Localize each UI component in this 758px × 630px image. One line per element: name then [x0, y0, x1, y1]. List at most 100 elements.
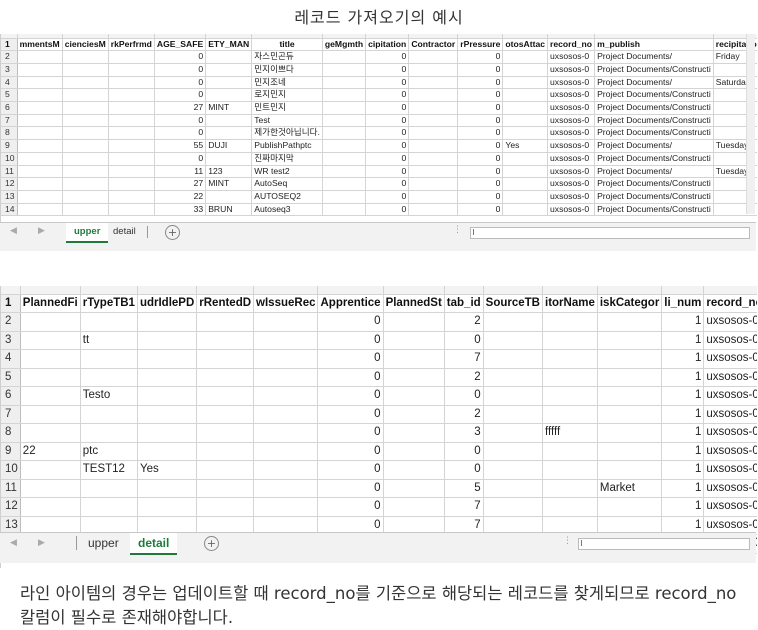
cell[interactable]: 0	[457, 203, 504, 217]
cell[interactable]: uxsosos-0000	[703, 331, 757, 350]
cell[interactable]: 0	[457, 139, 504, 153]
cell[interactable]: 1	[661, 386, 705, 406]
row-number[interactable]: 10	[1, 152, 18, 166]
splitter-dots-icon[interactable]: ⋮	[453, 225, 462, 235]
cell[interactable]	[20, 405, 81, 424]
cell[interactable]: BRUN	[205, 203, 253, 217]
cell[interactable]: 0	[457, 50, 504, 64]
cell[interactable]	[62, 63, 109, 77]
column-letter-cell[interactable]	[383, 286, 445, 295]
cell[interactable]	[17, 152, 63, 166]
cell[interactable]: 1	[661, 368, 705, 387]
cell[interactable]: 1	[661, 312, 705, 332]
cell[interactable]	[408, 126, 459, 141]
cell[interactable]	[137, 386, 198, 406]
cell[interactable]: Yes	[502, 139, 549, 153]
cell[interactable]	[17, 165, 63, 179]
cell[interactable]: 22	[154, 190, 207, 204]
cell[interactable]	[483, 405, 544, 424]
cell[interactable]: 0	[154, 114, 207, 128]
cell[interactable]	[408, 177, 459, 191]
cell[interactable]	[205, 88, 253, 103]
cell[interactable]: 0	[365, 203, 410, 217]
cell[interactable]	[383, 423, 445, 443]
cell[interactable]	[17, 114, 63, 128]
cell[interactable]	[502, 203, 549, 217]
cell[interactable]	[383, 386, 445, 406]
cell[interactable]: Project Documents/Constructi	[594, 177, 714, 191]
cell[interactable]	[542, 479, 598, 498]
row-number[interactable]: 8	[1, 423, 21, 443]
cell[interactable]: PublishPathptc	[251, 139, 323, 153]
cell[interactable]	[253, 312, 319, 332]
tab-upper[interactable]: upper	[80, 533, 127, 553]
row-number[interactable]: 2	[1, 312, 21, 332]
cell[interactable]	[502, 63, 549, 77]
cell[interactable]	[502, 76, 549, 90]
cell[interactable]: uxsosos-0	[547, 126, 596, 141]
cell[interactable]: 민트민지	[251, 101, 323, 115]
cell[interactable]: 0	[317, 331, 384, 350]
cell[interactable]: 0	[365, 76, 410, 90]
cell[interactable]	[502, 165, 549, 179]
cell[interactable]	[483, 331, 544, 350]
cell[interactable]	[408, 101, 459, 115]
cell[interactable]: Project Documents/	[594, 50, 714, 64]
cell[interactable]	[322, 76, 367, 90]
header-cell[interactable]: PlannedFi	[20, 294, 81, 313]
cell[interactable]: 1	[661, 442, 705, 461]
cell[interactable]	[597, 497, 663, 517]
column-letter-cell[interactable]	[137, 286, 198, 295]
cell[interactable]	[196, 442, 255, 461]
cell[interactable]	[108, 114, 155, 128]
cell[interactable]	[483, 423, 544, 443]
cell[interactable]: tt	[80, 331, 138, 350]
cell[interactable]: 0	[365, 190, 410, 204]
header-cell[interactable]: title	[251, 38, 323, 52]
header-cell[interactable]: wIssueRec	[253, 294, 319, 313]
header-cell[interactable]: udrIdlePD	[137, 294, 198, 313]
cell[interactable]	[205, 114, 253, 128]
cell[interactable]	[137, 331, 198, 350]
row-number[interactable]: 1	[1, 294, 21, 313]
header-cell[interactable]: otosAttac	[502, 38, 549, 52]
cell[interactable]	[322, 114, 367, 128]
cell[interactable]	[20, 331, 81, 350]
cell[interactable]: 0	[365, 152, 410, 166]
row-number[interactable]: 8	[1, 126, 18, 141]
cell[interactable]: 1	[661, 497, 705, 517]
cell[interactable]: 0	[457, 177, 504, 191]
cell[interactable]: uxsosos-0	[547, 50, 596, 64]
cell[interactable]: TEST12	[80, 460, 138, 480]
cell[interactable]	[253, 368, 319, 387]
cell[interactable]	[542, 497, 598, 517]
cell[interactable]	[542, 442, 598, 461]
cell[interactable]	[502, 126, 549, 141]
cell[interactable]: 0	[154, 126, 207, 141]
cell[interactable]: 5	[444, 479, 484, 498]
cell[interactable]: 0	[365, 50, 410, 64]
cell[interactable]: 0	[457, 76, 504, 90]
cell[interactable]	[108, 126, 155, 141]
cell[interactable]	[597, 386, 663, 406]
cell[interactable]	[205, 76, 253, 90]
cell[interactable]: Test	[251, 114, 323, 128]
cell[interactable]: 0	[317, 442, 384, 461]
cell[interactable]: 0	[365, 101, 410, 115]
cell[interactable]: DUJI	[205, 139, 253, 153]
cell[interactable]: 0	[317, 405, 384, 424]
cell[interactable]	[383, 312, 445, 332]
cell[interactable]: 0	[317, 386, 384, 406]
cell[interactable]	[62, 101, 109, 115]
header-cell[interactable]: iskCategor	[597, 294, 663, 313]
cell[interactable]: uxsosos-0007	[703, 442, 757, 461]
row-number[interactable]: 5	[1, 368, 21, 387]
cell[interactable]: 0	[317, 349, 384, 369]
cell[interactable]	[80, 479, 138, 498]
cell[interactable]	[108, 165, 155, 179]
header-cell[interactable]: Apprentice	[317, 294, 384, 313]
row-number[interactable]: 14	[1, 203, 18, 217]
cell[interactable]	[196, 423, 255, 443]
header-cell[interactable]: rTypeTB1	[80, 294, 138, 313]
cell[interactable]: 0	[154, 50, 207, 64]
